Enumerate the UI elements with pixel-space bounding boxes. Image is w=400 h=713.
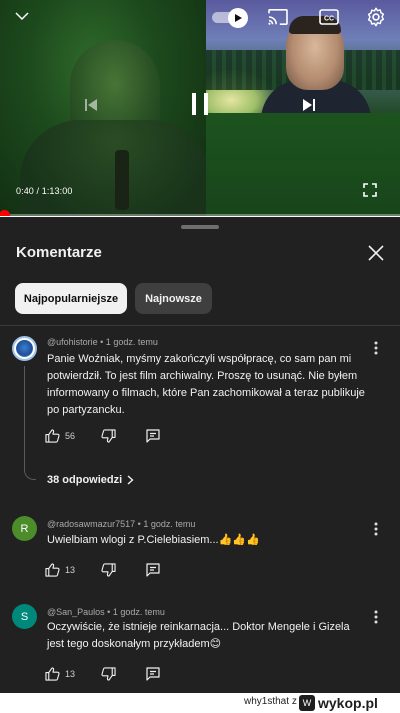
more-vert-icon[interactable] — [366, 519, 386, 539]
like-icon[interactable] — [45, 563, 60, 577]
comments-panel: Komentarze Najpopularniejsze Najnowsze @… — [0, 217, 400, 693]
dislike-icon[interactable] — [101, 563, 116, 577]
comment-item: @ufohistorie • 1 godz. temu Panie Woźnia… — [0, 334, 400, 494]
play-icon — [228, 8, 248, 28]
comment-item: R @radosawmazur7517 • 1 godz. temu Uwiel… — [0, 514, 400, 584]
like-count: 13 — [65, 669, 76, 679]
watermark-username: why1sthat z — [244, 696, 297, 707]
comment-meta: @radosawmazur7517 • 1 godz. temu — [47, 519, 196, 529]
chevron-right-icon — [127, 475, 134, 485]
reply-icon[interactable] — [146, 667, 160, 681]
wykop-logo: W wykop.pl — [299, 694, 399, 712]
more-vert-icon[interactable] — [366, 338, 386, 358]
like-count: 13 — [65, 565, 76, 575]
comment-text: Panie Woźniak, myśmy zakończyli współpra… — [47, 353, 365, 416]
avatar[interactable]: R — [12, 516, 37, 541]
filter-top-comments[interactable]: Najpopularniejsze — [15, 283, 127, 314]
close-icon[interactable] — [364, 241, 388, 265]
progress-scrubber[interactable] — [0, 210, 10, 216]
drag-handle[interactable] — [181, 225, 219, 229]
reply-icon[interactable] — [146, 429, 160, 443]
view-replies-button[interactable]: 38 odpowiedzi — [47, 474, 134, 486]
reply-icon[interactable] — [146, 563, 160, 577]
comment-item: S @San_Paulos • 1 godz. temu Oczywiście,… — [0, 602, 400, 692]
video-frame-left — [0, 0, 210, 216]
filter-newest[interactable]: Najnowsze — [135, 283, 212, 314]
comment-meta: @ufohistorie • 1 godz. temu — [47, 337, 158, 347]
divider — [0, 325, 400, 326]
cast-icon[interactable] — [266, 6, 290, 28]
comment-actions: 13 — [45, 664, 160, 684]
comment-actions: 56 — [45, 426, 160, 446]
avatar[interactable] — [12, 336, 37, 361]
replies-label: 38 odpowiedzi — [47, 474, 123, 486]
svg-text:CC: CC — [324, 16, 334, 23]
video-player[interactable]: CC 0:40 / 1:13:00 — [0, 0, 400, 216]
dislike-icon[interactable] — [101, 429, 116, 443]
progress-bar[interactable] — [0, 210, 400, 216]
wykop-logo-icon: W — [299, 695, 315, 711]
comment-actions: 13 — [45, 560, 160, 580]
next-icon[interactable] — [298, 94, 320, 116]
cc-icon[interactable]: CC — [318, 6, 340, 28]
thread-line — [24, 366, 36, 480]
comment-text: Uwielbiam wlogi z P.Cielebiasiem...👍👍👍 — [47, 534, 260, 546]
avatar[interactable]: S — [12, 604, 37, 629]
fullscreen-icon[interactable] — [361, 181, 379, 199]
more-vert-icon[interactable] — [366, 607, 386, 627]
comment-text: Oczywiście, że istnieje reinkarnacja... … — [47, 621, 350, 650]
gear-icon[interactable] — [364, 5, 388, 29]
dislike-icon[interactable] — [101, 667, 116, 681]
pause-icon[interactable] — [186, 90, 214, 118]
watermark-bar: why1sthat z W wykop.pl — [0, 693, 400, 713]
watermark-brand: wykop.pl — [318, 695, 378, 711]
chevron-down-icon[interactable] — [10, 4, 34, 28]
panel-title: Komentarze — [16, 244, 102, 261]
like-icon[interactable] — [45, 667, 60, 681]
previous-icon[interactable] — [80, 94, 102, 116]
video-time: 0:40 / 1:13:00 — [16, 186, 73, 196]
like-icon[interactable] — [45, 429, 60, 443]
microphone — [115, 150, 129, 210]
autoplay-toggle[interactable] — [212, 8, 248, 28]
like-count: 56 — [65, 431, 76, 441]
comment-meta: @San_Paulos • 1 godz. temu — [47, 607, 165, 617]
